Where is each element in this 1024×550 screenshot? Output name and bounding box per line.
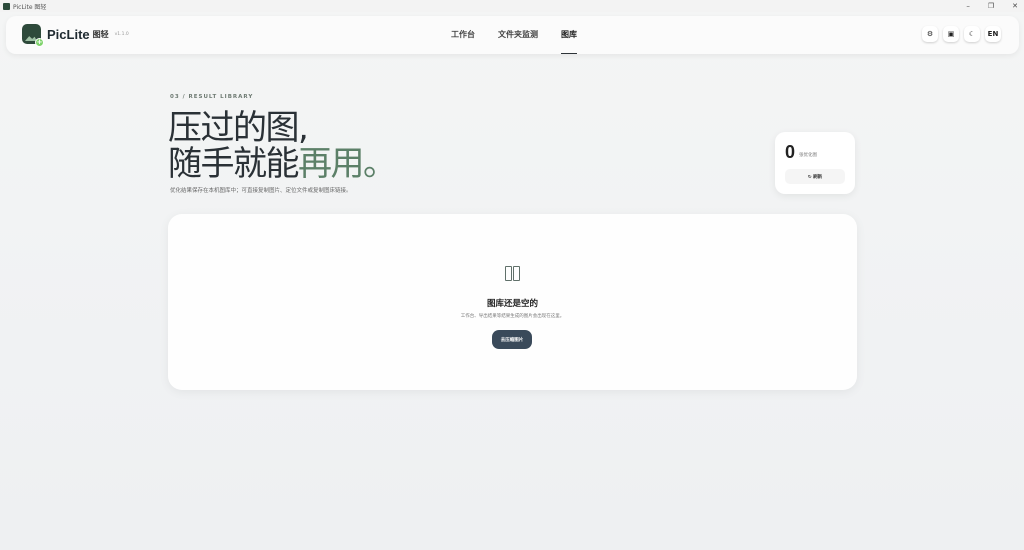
window-title: PicLite 图轻 (13, 3, 47, 11)
book-open-icon (505, 266, 520, 281)
header-tools: ⚙ ▣ ☾ EN (922, 26, 1001, 42)
brand-name-cn: 图轻 (92, 29, 109, 39)
window-titlebar: PicLite 图轻 – ❐ ✕ (0, 0, 1024, 12)
language-button[interactable]: EN (985, 26, 1001, 42)
tab-workbench[interactable]: 工作台 (451, 16, 475, 54)
empty-state-description: 工作台、导出结果等结果生成的图片会出现在这里。 (460, 314, 565, 319)
go-compress-button[interactable]: 去压缩图片 (492, 330, 532, 349)
hero-line-2-plain: 随手就能 (168, 144, 300, 184)
piclite-logo-icon: + (22, 24, 44, 47)
gallery-panel: 图库还是空的 工作台、导出结果等结果生成的图片会出现在这里。 去压缩图片 (168, 214, 857, 390)
window-controls: – ❐ ✕ (966, 0, 1018, 12)
brand-name: PicLite (47, 26, 90, 42)
app-icon (3, 2, 10, 10)
folder-icon[interactable]: ▣ (943, 26, 959, 42)
empty-state-title: 图库还是空的 (486, 299, 538, 309)
hero-line-2: 随手就能再用。 (168, 144, 397, 184)
app-header: + PicLite 图轻 v1.1.0 工作台 文件夹监测 图库 ⚙ ▣ ☾ E… (6, 16, 1019, 54)
hero-title: 压过的图, 随手就能再用。 (168, 108, 397, 184)
section-eyebrow: 03 / RESULT LIBRARY (170, 94, 254, 100)
hero-line-2-accent: 再用。 (298, 144, 397, 184)
brand[interactable]: + PicLite 图轻 v1.1.0 (22, 24, 129, 47)
stat-card: 0 张优化图 ↻ 刷新 (775, 132, 855, 194)
main-nav: 工作台 文件夹监测 图库 (451, 16, 577, 54)
optimized-count-label: 张优化图 (799, 153, 817, 158)
restore-button[interactable]: ❐ (988, 2, 994, 10)
close-button[interactable]: ✕ (1012, 2, 1018, 10)
theme-toggle-icon[interactable]: ☾ (964, 26, 980, 42)
hero-subtitle: 优化结果保存在本机图库中；可直接复制图片、定位文件或复制图床链接。 (170, 188, 352, 194)
minimize-button[interactable]: – (966, 2, 970, 10)
tab-folder-monitor[interactable]: 文件夹监测 (498, 16, 538, 54)
version-label: v1.1.0 (114, 31, 129, 37)
refresh-button[interactable]: ↻ 刷新 (785, 169, 845, 184)
optimized-count: 0 (785, 142, 796, 162)
hero-line-1: 压过的图, (168, 108, 309, 148)
tab-gallery[interactable]: 图库 (561, 16, 577, 54)
settings-icon[interactable]: ⚙ (922, 26, 938, 42)
